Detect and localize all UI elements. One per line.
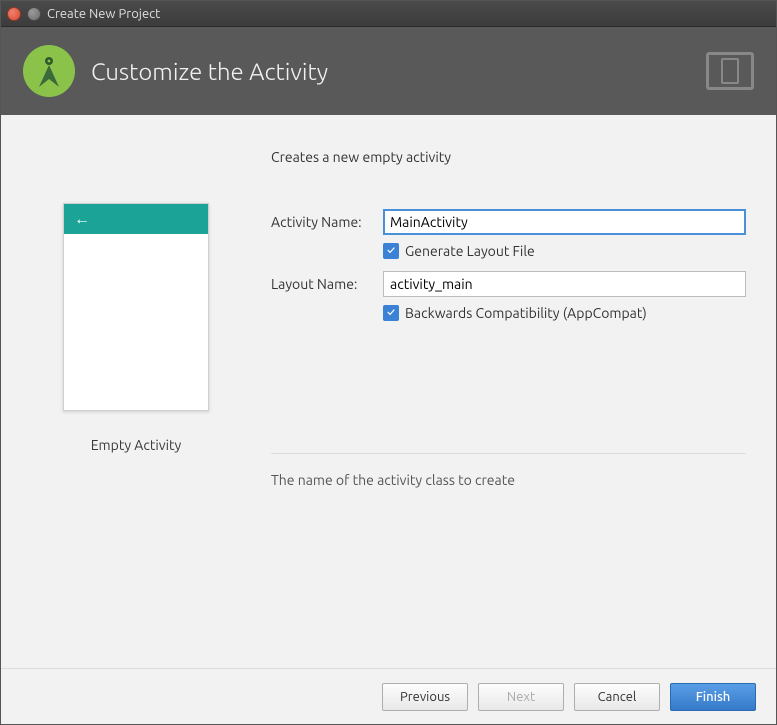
- preview-column: ← Empty Activity: [21, 145, 251, 658]
- activity-name-row: Activity Name:: [271, 209, 746, 235]
- minimize-icon[interactable]: [27, 7, 41, 21]
- header-title: Customize the Activity: [91, 58, 690, 85]
- preview-toolbar: ←: [64, 204, 208, 234]
- window-title: Create New Project: [47, 7, 160, 21]
- activity-preview: ←: [63, 203, 209, 411]
- previous-button[interactable]: Previous: [382, 683, 468, 711]
- generate-layout-label: Generate Layout File: [405, 243, 535, 259]
- backwards-compat-label: Backwards Compatibility (AppCompat): [405, 305, 647, 321]
- backwards-compat-row[interactable]: ✓ Backwards Compatibility (AppCompat): [383, 305, 746, 321]
- device-icon: [706, 52, 754, 90]
- back-arrow-icon: ←: [74, 210, 90, 229]
- close-icon[interactable]: [7, 7, 21, 21]
- content-area: ← Empty Activity Creates a new empty act…: [1, 115, 776, 668]
- layout-name-label: Layout Name:: [271, 276, 383, 292]
- cancel-button[interactable]: Cancel: [574, 683, 660, 711]
- next-button: Next: [478, 683, 564, 711]
- preview-label: Empty Activity: [91, 437, 182, 453]
- finish-button[interactable]: Finish: [670, 683, 756, 711]
- layout-name-row: Layout Name:: [271, 271, 746, 297]
- generate-layout-row[interactable]: ✓ Generate Layout File: [383, 243, 746, 259]
- layout-name-input[interactable]: [383, 271, 746, 297]
- android-studio-logo: [23, 45, 75, 97]
- dialog-window: Create New Project Customize the Activit…: [0, 0, 777, 725]
- activity-name-input[interactable]: [383, 209, 746, 235]
- titlebar[interactable]: Create New Project: [1, 1, 776, 27]
- form-description: Creates a new empty activity: [271, 149, 746, 165]
- activity-name-label: Activity Name:: [271, 214, 383, 230]
- hint-separator: [271, 453, 746, 454]
- form-column: Creates a new empty activity Activity Na…: [271, 145, 756, 658]
- wizard-header: Customize the Activity: [1, 27, 776, 115]
- generate-layout-checkbox[interactable]: ✓: [383, 243, 399, 259]
- backwards-compat-checkbox[interactable]: ✓: [383, 305, 399, 321]
- hint-text: The name of the activity class to create: [271, 472, 746, 488]
- wizard-footer: Previous Next Cancel Finish: [1, 668, 776, 724]
